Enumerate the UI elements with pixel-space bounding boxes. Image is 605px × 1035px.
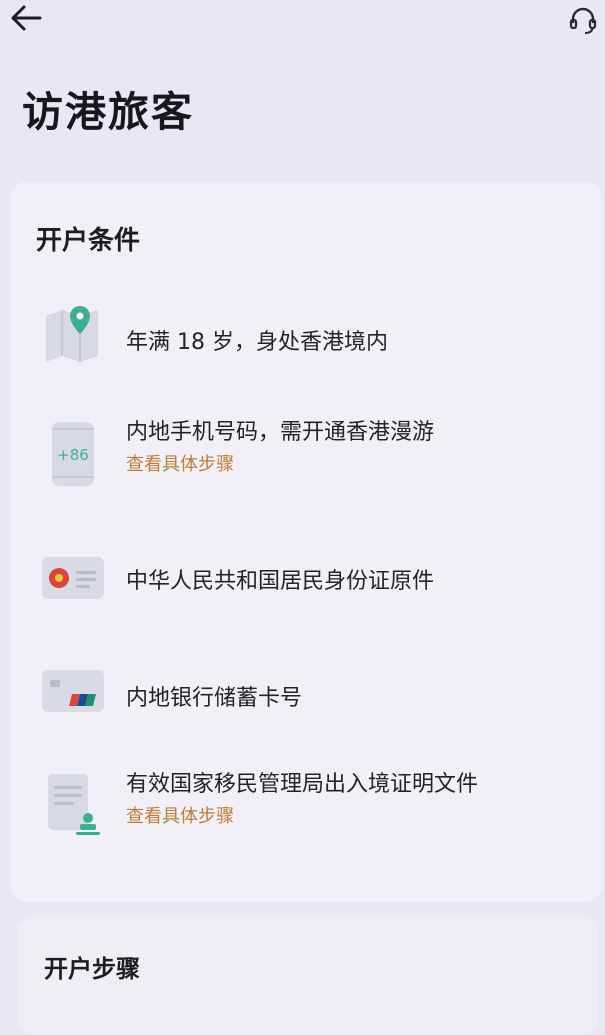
headset-icon bbox=[569, 7, 597, 34]
card-title-steps: 开户步骤 bbox=[44, 955, 140, 983]
arrow-left-icon bbox=[11, 5, 42, 31]
plus86-label: +86 bbox=[57, 446, 89, 464]
account-steps-card: 开户步骤 bbox=[18, 915, 598, 1035]
account-conditions-card: 开户条件 年满 18 岁，身处香港境内 +86 内地手机号码，需开通香港漫游 查… bbox=[10, 182, 602, 902]
bank-card-icon bbox=[42, 670, 104, 712]
condition-text: 内地手机号码，需开通香港漫游 bbox=[126, 420, 435, 445]
view-steps-link-immigration[interactable]: 查看具体步骤 bbox=[126, 802, 234, 828]
condition-text: 年满 18 岁，身处香港境内 bbox=[126, 330, 388, 355]
top-bar bbox=[0, 0, 605, 60]
condition-text: 有效国家移民管理局出入境证明文件 bbox=[126, 772, 479, 797]
condition-text: 中华人民共和国居民身份证原件 bbox=[126, 569, 435, 594]
card-title-conditions: 开户条件 bbox=[36, 226, 141, 256]
condition-text: 内地银行储蓄卡号 bbox=[126, 686, 303, 711]
page-title: 访港旅客 bbox=[22, 88, 194, 136]
map-pin-icon bbox=[46, 306, 98, 362]
customer-service-button[interactable] bbox=[565, 2, 601, 38]
back-button[interactable] bbox=[8, 0, 44, 36]
id-card-icon bbox=[42, 557, 104, 599]
view-steps-link-phone[interactable]: 查看具体步骤 bbox=[126, 450, 234, 476]
document-stamp-icon bbox=[48, 774, 100, 835]
phone-plus86-icon: +86 bbox=[52, 422, 94, 486]
